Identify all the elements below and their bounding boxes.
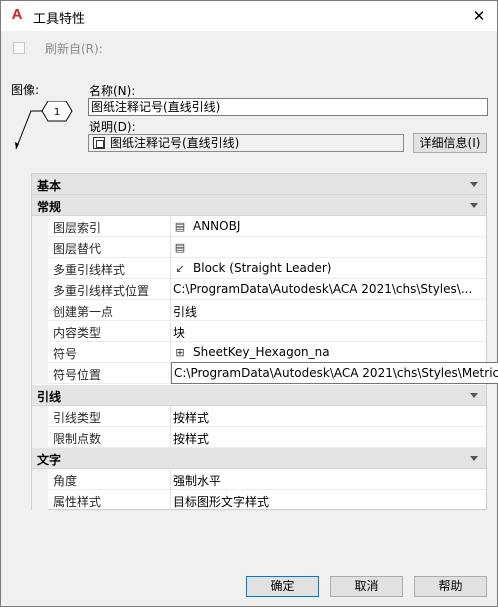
property-name: 属性样式 <box>53 495 102 509</box>
property-row[interactable]: 图层替代 ▤ <box>32 237 486 258</box>
value-text: SheetKey_Hexagon_na <box>193 345 330 359</box>
property-name: 限制点数 <box>53 432 102 446</box>
row-gutter <box>32 490 48 511</box>
property-name: 符号位置 <box>53 368 102 382</box>
help-button[interactable]: 帮助 <box>414 576 487 597</box>
category-label: 文字 <box>37 453 62 467</box>
row-gutter <box>32 427 48 448</box>
property-name: 引线类型 <box>53 411 102 425</box>
property-row[interactable]: 符号位置 C:\ProgramData\Autodesk\ACA 2021\ch… <box>32 362 498 384</box>
row-gutter <box>32 363 48 384</box>
description-icon <box>93 137 105 149</box>
property-name: 多重引线样式位置 <box>53 284 150 298</box>
property-row[interactable]: 角度 强制水平 <box>32 469 486 490</box>
property-value[interactable]: ▤ <box>173 240 193 254</box>
row-gutter <box>32 279 48 300</box>
row-gutter <box>32 258 48 279</box>
value-tooltip: C:\ProgramData\Autodesk\ACA 2021\chs\Sty… <box>171 362 498 384</box>
property-value[interactable]: 目标图形文字样式 <box>173 493 269 510</box>
description-field[interactable]: 图纸注释记号(直线引线) <box>88 134 404 152</box>
column-divider <box>170 321 171 342</box>
category-label: 基本 <box>37 179 62 193</box>
value-text: ANNOBJ <box>193 219 241 233</box>
layer-icon: ▤ <box>174 241 186 254</box>
collapse-arrow-icon[interactable] <box>470 393 478 398</box>
property-value[interactable]: C:\ProgramData\Autodesk\ACA 2021\chs\Sty… <box>173 282 472 296</box>
column-divider <box>170 342 171 363</box>
column-divider <box>170 469 171 490</box>
block-icon: ⊞ <box>175 346 185 359</box>
refresh-checkbox[interactable] <box>13 42 25 54</box>
details-button[interactable]: 详细信息(I) <box>413 133 487 153</box>
ok-button[interactable]: 确定 <box>246 576 319 597</box>
property-value[interactable]: 按样式 <box>173 409 209 426</box>
property-name: 创建第一点 <box>53 305 114 319</box>
property-value[interactable]: ▤ ANNOBJ <box>173 219 241 233</box>
row-gutter <box>32 237 48 258</box>
collapse-arrow-icon[interactable] <box>470 182 478 187</box>
row-gutter <box>32 469 48 490</box>
image-label: 图像: <box>11 83 40 97</box>
category-label: 常规 <box>37 200 62 214</box>
window-title: 工具特性 <box>33 12 86 27</box>
cancel-button[interactable]: 取消 <box>330 576 403 597</box>
refresh-label: 刷新自(R): <box>45 42 103 56</box>
property-row[interactable]: 属性样式 目标图形文字样式 <box>32 490 486 511</box>
column-divider <box>170 237 171 258</box>
category-general[interactable]: 常规 <box>32 195 486 216</box>
column-divider <box>170 279 171 300</box>
property-name: 符号 <box>53 347 78 361</box>
description-text: 图纸注释记号(直线引线) <box>110 136 240 150</box>
property-value[interactable]: 引线 <box>173 303 197 320</box>
property-row[interactable]: 创建第一点 引线 <box>32 300 486 321</box>
column-divider <box>170 216 171 237</box>
multileader-icon: ↙ <box>175 262 185 275</box>
layer-icon: ▤ <box>174 220 186 233</box>
property-name: 角度 <box>53 474 78 488</box>
row-gutter <box>32 321 48 342</box>
column-divider <box>170 406 171 427</box>
property-row[interactable]: 多重引线样式 ↙ Block (Straight Leader) <box>32 258 486 279</box>
property-name: 内容类型 <box>53 326 102 340</box>
property-name: 图层索引 <box>53 221 102 235</box>
description-label: 说明(D): <box>89 120 136 134</box>
row-gutter <box>32 342 48 363</box>
property-value[interactable]: ↙ Block (Straight Leader) <box>173 261 331 275</box>
property-grid: 基本 常规 图层索引 ▤ ANNOBJ 图层替代 ▤ 多重引线样式 ↙ Block … <box>31 173 498 511</box>
tool-properties-dialog: A 工具特性 ✕ 刷新自(R): 图像: 1 名称(N): 图纸注释记号(直线引… <box>0 0 498 607</box>
property-value[interactable]: 按样式 <box>173 430 209 447</box>
property-name: 多重引线样式 <box>53 263 126 277</box>
title-bar[interactable]: A 工具特性 ✕ <box>1 1 497 31</box>
row-gutter <box>32 406 48 427</box>
row-gutter <box>32 300 48 321</box>
column-divider <box>170 427 171 448</box>
property-name: 图层替代 <box>53 242 102 256</box>
column-divider <box>170 258 171 279</box>
property-value[interactable]: 强制水平 <box>173 472 221 489</box>
property-value[interactable]: 块 <box>173 324 185 341</box>
property-row[interactable]: 多重引线样式位置 C:\ProgramData\Autodesk\ACA 202… <box>32 279 486 300</box>
autocad-logo-icon: A <box>11 6 23 23</box>
tool-preview-image: 1 <box>15 101 73 150</box>
property-row[interactable]: 引线类型 按样式 <box>32 406 486 427</box>
value-text: Block (Straight Leader) <box>193 261 332 275</box>
collapse-arrow-icon[interactable] <box>470 203 478 208</box>
row-gutter <box>32 216 48 237</box>
name-label: 名称(N): <box>89 84 136 98</box>
property-row[interactable]: 符号 ⊞ SheetKey_Hexagon_na <box>32 342 486 363</box>
category-leader[interactable]: 引线 <box>32 385 486 406</box>
column-divider <box>170 490 171 511</box>
property-row[interactable]: 图层索引 ▤ ANNOBJ <box>32 216 486 237</box>
column-divider <box>170 300 171 321</box>
close-button[interactable]: ✕ <box>467 5 491 27</box>
category-text[interactable]: 文字 <box>32 448 486 469</box>
property-row[interactable]: 内容类型 块 <box>32 321 486 342</box>
name-input[interactable]: 图纸注释记号(直线引线) <box>88 98 488 116</box>
category-label: 引线 <box>37 390 62 404</box>
property-value[interactable]: ⊞ SheetKey_Hexagon_na <box>173 345 330 359</box>
callout-number: 1 <box>54 107 60 118</box>
collapse-arrow-icon[interactable] <box>470 456 478 461</box>
property-row[interactable]: 限制点数 按样式 <box>32 427 486 448</box>
category-basic[interactable]: 基本 <box>32 174 486 195</box>
